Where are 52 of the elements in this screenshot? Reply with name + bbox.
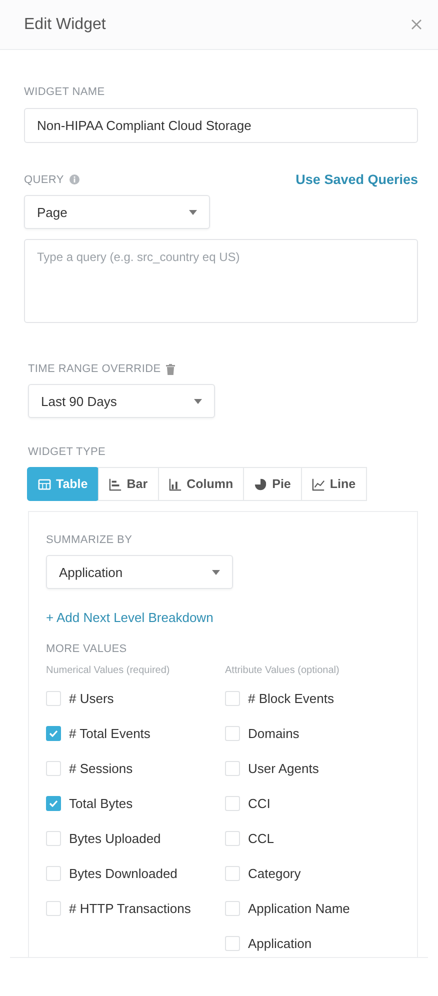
field-label: QUERY xyxy=(24,174,64,186)
checkbox-label: Bytes Downloaded xyxy=(69,866,178,881)
checkbox-label: CCL xyxy=(248,831,274,846)
field-label: WIDGET NAME xyxy=(24,86,106,98)
bar-icon xyxy=(108,478,122,490)
section-label: MORE VALUES xyxy=(46,643,128,655)
dropdown-value: Last 90 Days xyxy=(41,394,117,408)
check-icon xyxy=(49,730,58,737)
dialog-title: Edit Widget xyxy=(24,16,106,34)
chart-type-tab[interactable]: Bar xyxy=(98,467,159,501)
table-icon xyxy=(38,478,51,490)
field-label: WIDGET TYPE xyxy=(28,446,107,458)
dropdown-value: Page xyxy=(37,204,68,220)
pie-icon xyxy=(254,478,268,490)
add-breakdown-link[interactable]: + Add Next Level Breakdown xyxy=(46,610,214,625)
saved-queries-link[interactable]: Use Saved Queries xyxy=(296,172,418,187)
checkbox-label: # Block Events xyxy=(248,691,334,706)
chart-type-tab[interactable]: Column xyxy=(158,467,244,501)
checkbox-label: Domains xyxy=(248,726,300,741)
checkbox-label: Bytes Uploaded xyxy=(69,831,161,846)
checkbox-label: Application xyxy=(248,936,312,951)
caret-icon xyxy=(194,398,202,404)
dropdown-value: Application xyxy=(59,564,123,580)
column-heading: Attribute Values (optional) xyxy=(225,665,340,678)
chart-type-tab[interactable]: Line xyxy=(300,467,367,501)
dropdown[interactable]: Last 90 Days xyxy=(28,384,215,418)
checkbox-label: User Agents xyxy=(248,761,319,776)
dropdown[interactable]: Page xyxy=(24,195,210,229)
column-icon xyxy=(168,478,182,490)
checkbox[interactable] xyxy=(46,726,61,741)
info-icon xyxy=(68,174,80,185)
line-icon xyxy=(312,478,325,490)
checkbox-label: Total Bytes xyxy=(69,796,133,811)
field-label: TIME RANGE OVERRIDE xyxy=(28,363,161,375)
dropdown[interactable]: Application xyxy=(46,555,233,589)
checkbox-label: # Sessions xyxy=(69,761,133,776)
caret-icon xyxy=(212,570,220,574)
input-field[interactable]: Non-HIPAA Compliant Cloud Storage xyxy=(24,108,418,143)
checkbox-label: Category xyxy=(248,866,301,881)
checkbox-label: # Total Events xyxy=(69,726,150,741)
close-icon[interactable] xyxy=(411,19,422,30)
column-heading: Numerical Values (required) xyxy=(46,665,171,678)
field-label: SUMMARIZE BY xyxy=(46,534,134,546)
checkbox-label: Application Name xyxy=(248,901,350,916)
chart-type-tab[interactable]: Pie xyxy=(243,467,302,501)
caret-icon xyxy=(189,210,197,214)
checkbox[interactable] xyxy=(46,796,61,811)
check-icon xyxy=(49,800,58,807)
checkbox-label: # Users xyxy=(69,691,114,706)
checkbox-label: CCI xyxy=(248,796,270,811)
trash-icon[interactable] xyxy=(166,364,175,374)
checkbox-label: # HTTP Transactions xyxy=(69,901,191,916)
